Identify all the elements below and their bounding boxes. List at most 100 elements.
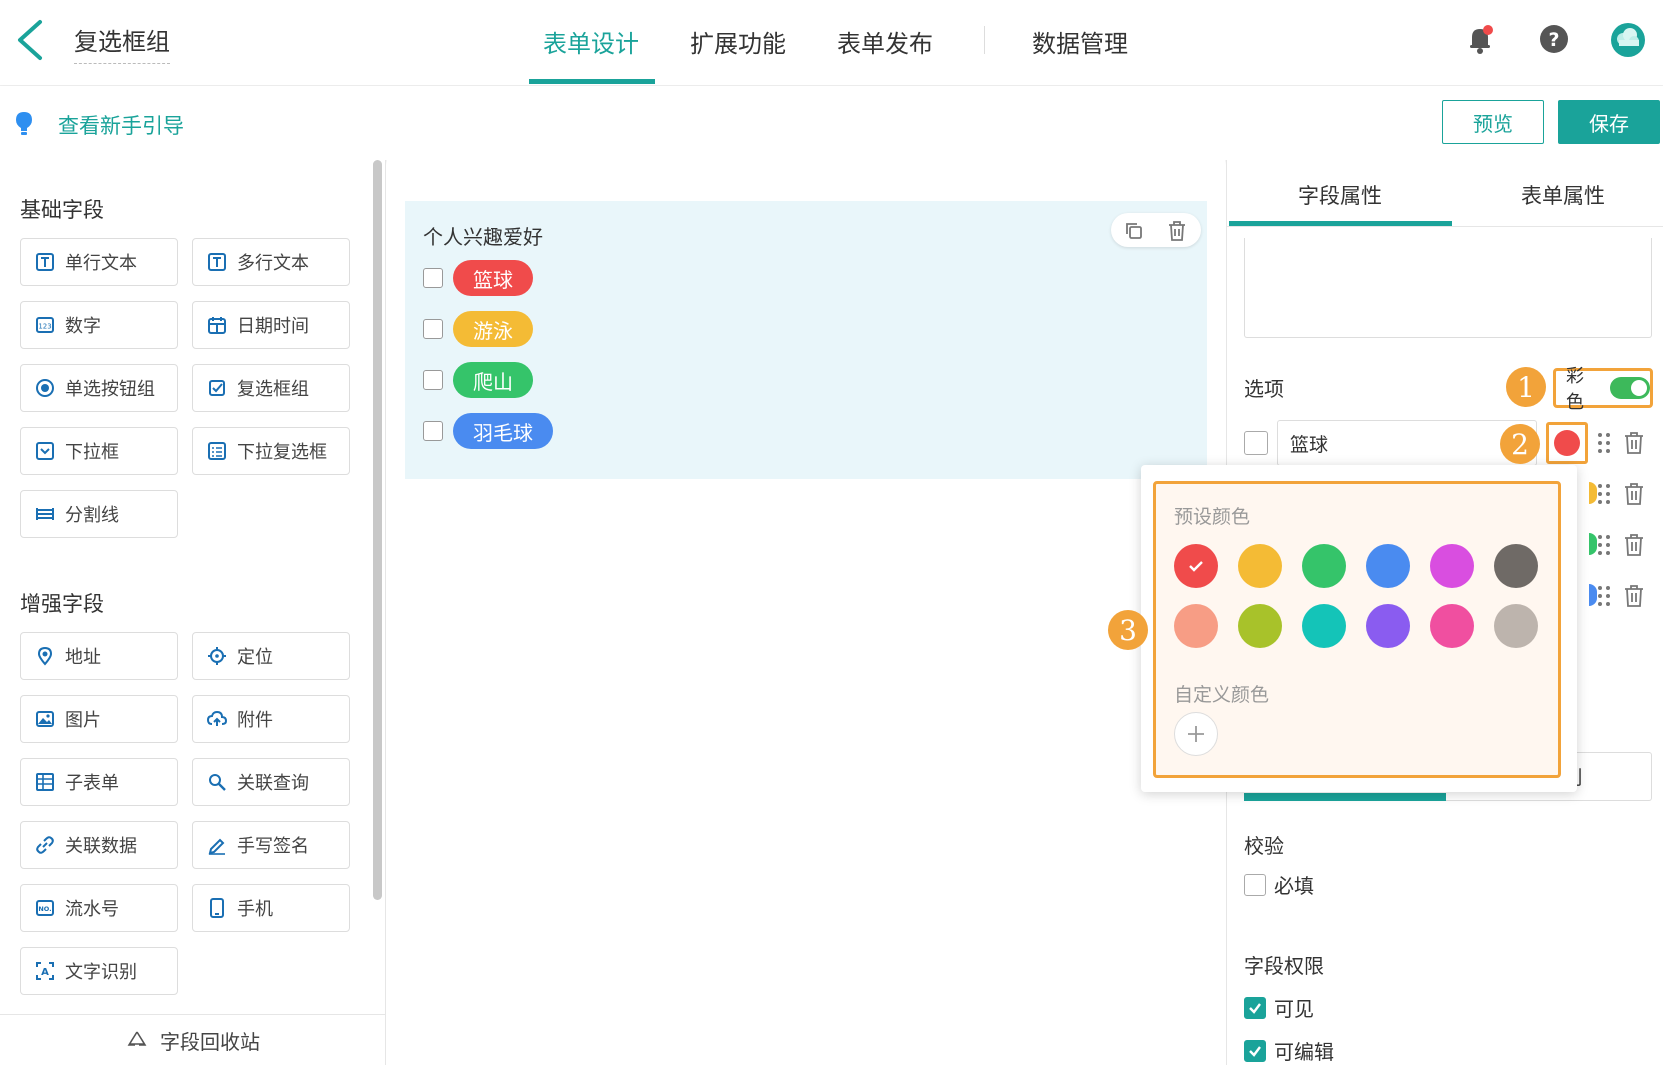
field-toolbar	[1111, 213, 1201, 247]
color-picker-highlight: 预设颜色 自定义颜色	[1153, 481, 1561, 778]
visible-checkbox[interactable]	[1244, 996, 1266, 1019]
color-swatch-red[interactable]	[1174, 544, 1218, 588]
tab-form-properties[interactable]: 表单属性	[1521, 180, 1605, 210]
field-datetime[interactable]: 日期时间	[192, 301, 350, 349]
back-arrow-icon[interactable]	[12, 18, 48, 62]
option-checkbox[interactable]	[423, 421, 443, 441]
map-pin-icon	[37, 646, 53, 666]
copy-icon[interactable]	[1124, 221, 1144, 241]
option-color-dot[interactable]	[1589, 584, 1597, 606]
permission-label: 字段权限	[1244, 954, 1324, 978]
field-radio-group[interactable]: 单选按钮组	[20, 364, 178, 412]
field-subform[interactable]: 子表单	[20, 758, 178, 806]
recycle-bin-button[interactable]: 字段回收站	[0, 1014, 386, 1065]
field-dropdown[interactable]: 下拉框	[20, 427, 178, 475]
field-divider[interactable]: 分割线	[20, 490, 178, 538]
tab-form-publish[interactable]: 表单发布	[837, 24, 933, 59]
field-number[interactable]: 123 数字	[20, 301, 178, 349]
option-color-dot[interactable]	[1589, 482, 1597, 504]
colorful-switch[interactable]	[1610, 377, 1650, 399]
svg-text:123: 123	[38, 323, 51, 331]
option-input[interactable]: 篮球	[1277, 420, 1537, 466]
field-label: 定位	[237, 647, 273, 668]
palette-scrollbar[interactable]	[373, 160, 382, 900]
image-icon	[36, 711, 54, 727]
editable-option[interactable]: 可编辑	[1244, 1036, 1334, 1065]
preview-button[interactable]: 预览	[1442, 100, 1544, 144]
field-single-line-text[interactable]: 单行文本	[20, 238, 178, 286]
save-button[interactable]: 保存	[1558, 100, 1660, 144]
drag-handle-icon[interactable]	[1597, 432, 1611, 454]
color-swatch-dark-grey[interactable]	[1494, 544, 1538, 588]
color-swatch-salmon[interactable]	[1174, 604, 1218, 648]
description-textarea[interactable]	[1244, 238, 1652, 338]
enhanced-fields-title: 增强字段	[20, 592, 104, 616]
bell-icon[interactable]	[1463, 22, 1497, 56]
field-address[interactable]: 地址	[20, 632, 178, 680]
tab-field-properties[interactable]: 字段属性	[1298, 180, 1382, 210]
field-phone[interactable]: 手机	[192, 884, 350, 932]
field-label: 手写签名	[237, 836, 309, 857]
color-swatch-teal[interactable]	[1302, 604, 1346, 648]
field-label: 单选按钮组	[65, 379, 155, 400]
required-checkbox[interactable]	[1244, 873, 1266, 896]
trash-icon[interactable]	[1623, 584, 1645, 608]
editable-checkbox[interactable]	[1244, 1039, 1266, 1062]
field-serial-number[interactable]: NO. 流水号	[20, 884, 178, 932]
option-layout-active[interactable]	[1244, 793, 1446, 801]
option-color-picker[interactable]	[1546, 422, 1588, 464]
field-ocr[interactable]: A 文字识别	[20, 947, 178, 995]
field-attachment[interactable]: 附件	[192, 695, 350, 743]
field-link-query[interactable]: 关联查询	[192, 758, 350, 806]
color-swatch-purple[interactable]	[1366, 604, 1410, 648]
drag-handle-icon[interactable]	[1597, 534, 1611, 556]
field-image[interactable]: 图片	[20, 695, 178, 743]
form-title[interactable]: 复选框组	[74, 22, 170, 64]
option-checkbox[interactable]	[423, 319, 443, 339]
option-default-checkbox[interactable]	[1244, 431, 1268, 455]
drag-handle-icon[interactable]	[1597, 483, 1611, 505]
color-swatch-light-grey[interactable]	[1494, 604, 1538, 648]
selected-field-card[interactable]: 个人兴趣爱好 篮球 游泳 爬山 羽毛球	[405, 201, 1207, 479]
field-checkbox-group[interactable]: 复选框组	[192, 364, 350, 412]
field-location[interactable]: 定位	[192, 632, 350, 680]
color-swatch-green[interactable]	[1302, 544, 1346, 588]
option-checkbox[interactable]	[423, 370, 443, 390]
ocr-icon: A	[36, 962, 54, 980]
toolbar: 查看新手引导 预览 保存	[0, 86, 1663, 160]
option-checkbox[interactable]	[423, 268, 443, 288]
field-multi-line-text[interactable]: 多行文本	[192, 238, 350, 286]
avatar[interactable]	[1610, 22, 1645, 57]
help-icon[interactable]: ?	[1537, 22, 1571, 56]
colorful-toggle-group[interactable]: 彩色	[1553, 366, 1653, 413]
trash-icon[interactable]	[1623, 482, 1645, 506]
link-data-icon	[36, 836, 54, 854]
basic-fields-title: 基础字段	[20, 198, 104, 222]
tab-form-design[interactable]: 表单设计	[543, 24, 639, 59]
field-label: 下拉框	[65, 442, 119, 463]
option-color-dot[interactable]	[1589, 533, 1597, 555]
nav-separator	[984, 26, 985, 54]
color-swatch-magenta[interactable]	[1430, 544, 1474, 588]
color-swatch-yellow[interactable]	[1238, 544, 1282, 588]
add-custom-color-button[interactable]	[1174, 712, 1218, 756]
required-option[interactable]: 必填	[1244, 870, 1314, 899]
check-icon	[1189, 561, 1203, 572]
guide-link[interactable]: 查看新手引导	[58, 110, 184, 140]
option-row: 羽毛球	[423, 413, 553, 449]
field-label: 数字	[65, 316, 101, 337]
tab-data-management[interactable]: 数据管理	[1032, 24, 1128, 59]
radio-icon	[36, 379, 54, 397]
tab-extensions[interactable]: 扩展功能	[690, 24, 786, 59]
color-swatch-blue[interactable]	[1366, 544, 1410, 588]
color-swatch-lime[interactable]	[1238, 604, 1282, 648]
field-handwriting[interactable]: 手写签名	[192, 821, 350, 869]
trash-icon[interactable]	[1623, 533, 1645, 557]
field-dropdown-checkbox[interactable]: 下拉复选框	[192, 427, 350, 475]
field-link-data[interactable]: 关联数据	[20, 821, 178, 869]
drag-handle-icon[interactable]	[1597, 585, 1611, 607]
visible-option[interactable]: 可见	[1244, 993, 1314, 1022]
delete-icon[interactable]	[1167, 220, 1187, 242]
color-swatch-pink[interactable]	[1430, 604, 1474, 648]
trash-icon[interactable]	[1623, 431, 1645, 455]
